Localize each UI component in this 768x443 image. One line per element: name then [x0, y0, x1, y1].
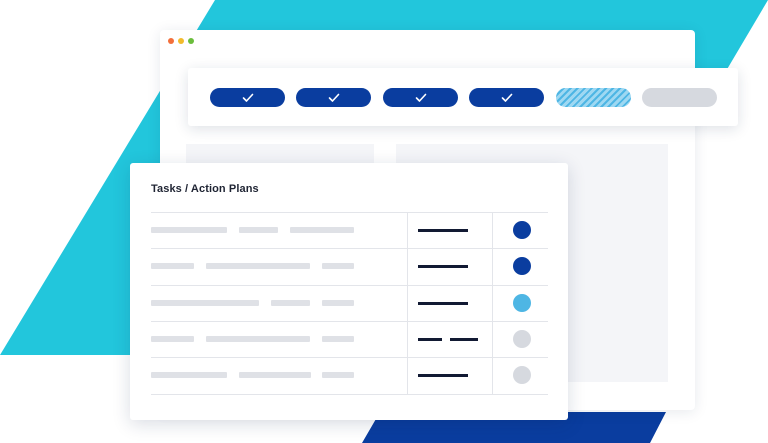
task-row[interactable]: [151, 248, 548, 285]
value-dash: [418, 229, 468, 232]
step-4-complete[interactable]: [469, 88, 544, 107]
step-3-complete[interactable]: [383, 88, 458, 107]
window-controls: [168, 38, 194, 44]
text-placeholder: [322, 300, 354, 306]
text-placeholder: [206, 263, 310, 269]
value-dash: [418, 265, 468, 268]
tasks-card: Tasks / Action Plans: [130, 163, 568, 420]
status-dot-not-started: [513, 366, 531, 384]
check-icon: [501, 93, 512, 102]
value-dash: [450, 338, 478, 341]
task-row[interactable]: [151, 321, 548, 358]
status-dot-complete: [513, 257, 531, 275]
step-1-complete[interactable]: [210, 88, 285, 107]
step-2-complete[interactable]: [296, 88, 371, 107]
text-placeholder: [151, 263, 194, 269]
text-placeholder: [151, 372, 227, 378]
text-placeholder: [151, 300, 259, 306]
check-icon: [242, 93, 253, 102]
text-placeholder: [206, 336, 310, 342]
value-dash: [418, 338, 442, 341]
step-6-not-started[interactable]: [642, 88, 717, 107]
tasks-title: Tasks / Action Plans: [151, 183, 259, 195]
close-dot-icon[interactable]: [168, 38, 174, 44]
text-placeholder: [271, 300, 310, 306]
task-row[interactable]: [151, 285, 548, 322]
text-placeholder: [322, 372, 354, 378]
status-dot-complete: [513, 221, 531, 239]
status-dot-not-started: [513, 330, 531, 348]
text-placeholder: [151, 227, 227, 233]
progress-stepper: [188, 68, 738, 126]
text-placeholder: [239, 372, 311, 378]
text-placeholder: [239, 227, 278, 233]
minimize-dot-icon[interactable]: [178, 38, 184, 44]
text-placeholder: [151, 336, 194, 342]
text-placeholder: [322, 263, 354, 269]
task-row[interactable]: [151, 357, 548, 395]
value-dash: [418, 374, 468, 377]
check-icon: [328, 93, 339, 102]
value-dash: [418, 302, 468, 305]
status-dot-in-progress: [513, 294, 531, 312]
task-row[interactable]: [151, 212, 548, 249]
text-placeholder: [290, 227, 354, 233]
text-placeholder: [322, 336, 354, 342]
step-5-in-progress[interactable]: [556, 88, 631, 107]
check-icon: [415, 93, 426, 102]
maximize-dot-icon[interactable]: [188, 38, 194, 44]
